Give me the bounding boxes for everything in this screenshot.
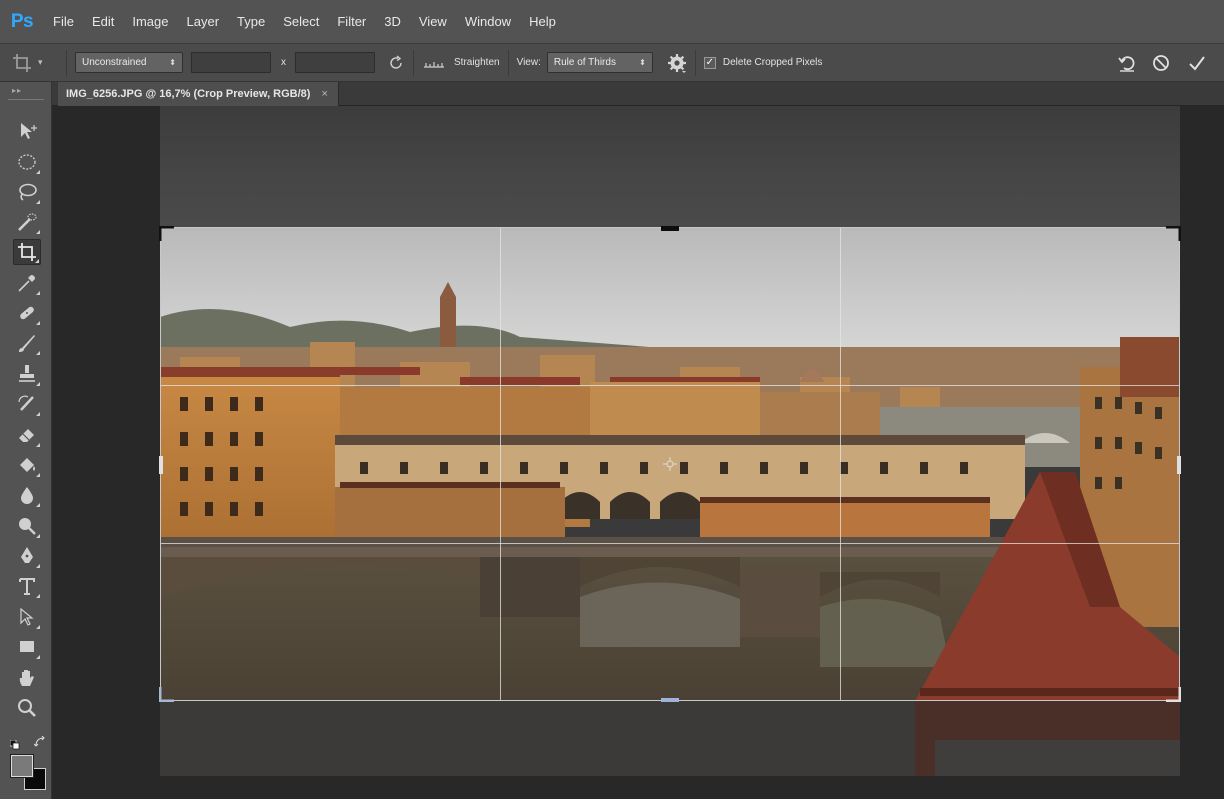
gear-icon xyxy=(667,53,686,73)
type-icon[interactable] xyxy=(13,573,41,599)
ratio-dropdown-label: Unconstrained xyxy=(82,57,147,68)
history-brush-icon[interactable] xyxy=(13,391,41,417)
rectangle-icon[interactable] xyxy=(13,634,41,660)
lasso-icon[interactable] xyxy=(13,179,41,205)
hand-icon[interactable] xyxy=(13,665,41,691)
view-overlay-label: Rule of Thirds xyxy=(553,57,616,68)
crop-tool-icon[interactable] xyxy=(13,239,41,265)
view-overlay-dropdown[interactable]: Rule of Thirds ⬍ xyxy=(546,52,653,73)
straighten-button[interactable]: Straighten xyxy=(422,55,500,71)
foreground-color-swatch[interactable] xyxy=(10,754,34,778)
close-icon[interactable]: × xyxy=(321,88,327,100)
elliptical-marquee-icon[interactable] xyxy=(13,149,41,175)
cancel-button[interactable] xyxy=(1146,54,1176,72)
dodge-icon[interactable] xyxy=(13,513,41,539)
delete-cropped-label: Delete Cropped Pixels xyxy=(722,57,823,68)
panel-grip-line xyxy=(8,99,44,100)
menu-view[interactable]: View xyxy=(410,0,456,44)
reset-icon xyxy=(1118,55,1135,72)
clone-stamp-icon[interactable] xyxy=(13,361,41,387)
updown-icon: ⬍ xyxy=(169,57,176,67)
options-bar: ▾ Unconstrained ⬍ x Straighten View: Rul… xyxy=(0,44,1224,82)
times-symbol: x xyxy=(281,57,286,68)
eraser-icon[interactable] xyxy=(13,422,41,448)
cropped-out-region-top xyxy=(160,106,1180,227)
document-tab-title: IMG_6256.JPG @ 16,7% (Crop Preview, RGB/… xyxy=(66,88,311,100)
crop-icon xyxy=(13,53,31,72)
document-tab-bar: IMG_6256.JPG @ 16,7% (Crop Preview, RGB/… xyxy=(52,82,1224,106)
paint-bucket-icon[interactable] xyxy=(13,452,41,478)
menu-edit[interactable]: Edit xyxy=(83,0,123,44)
tools-panel: ▸▸ xyxy=(0,82,52,799)
cropped-out-region-bottom xyxy=(160,700,1180,776)
divider xyxy=(694,49,696,76)
spot-healing-icon[interactable] xyxy=(13,300,41,326)
zoom-icon[interactable] xyxy=(13,695,41,721)
photoshop-logo: Ps xyxy=(10,10,34,32)
brush-icon[interactable] xyxy=(13,330,41,356)
eyedropper-icon[interactable] xyxy=(13,270,41,296)
menu-3d[interactable]: 3D xyxy=(375,0,410,44)
menu-file[interactable]: File xyxy=(44,0,83,44)
document-tab[interactable]: IMG_6256.JPG @ 16,7% (Crop Preview, RGB/… xyxy=(58,82,339,106)
swap-icon xyxy=(390,54,402,69)
menu-bar: Ps File Edit Image Layer Type Select Fil… xyxy=(0,0,1224,44)
straighten-label: Straighten xyxy=(454,57,500,68)
crop-settings-button[interactable] xyxy=(667,53,687,73)
delete-cropped-checkbox[interactable]: ✓ xyxy=(703,56,716,69)
path-selection-icon[interactable] xyxy=(13,604,41,630)
updown-icon: ⬍ xyxy=(639,57,646,67)
menu-help[interactable]: Help xyxy=(520,0,565,44)
straighten-icon xyxy=(424,61,444,68)
menu-image[interactable]: Image xyxy=(123,0,177,44)
delete-cropped-toggle[interactable]: ✓ Delete Cropped Pixels xyxy=(703,56,823,69)
photo-ponte-vecchio xyxy=(160,227,1180,701)
cropped-wall-area xyxy=(935,740,1180,776)
divider xyxy=(413,49,414,76)
commit-check-icon xyxy=(1189,55,1205,71)
view-label: View: xyxy=(516,57,541,68)
default-colors-icon[interactable] xyxy=(9,737,20,750)
divider xyxy=(507,49,509,76)
commit-button[interactable] xyxy=(1182,54,1212,72)
canvas-area[interactable] xyxy=(52,106,1224,799)
menu-layer[interactable]: Layer xyxy=(178,0,229,44)
reset-button[interactable] xyxy=(1114,53,1140,73)
ratio-dropdown[interactable]: Unconstrained ⬍ xyxy=(75,52,183,73)
document-canvas[interactable] xyxy=(160,106,1180,776)
pen-icon[interactable] xyxy=(13,543,41,569)
height-field[interactable] xyxy=(295,52,375,73)
move-tool-icon[interactable] xyxy=(13,118,41,144)
blur-icon[interactable] xyxy=(13,482,41,508)
menu-filter[interactable]: Filter xyxy=(328,0,375,44)
panel-grip-icon[interactable]: ▸▸ xyxy=(12,86,22,95)
swap-button[interactable] xyxy=(387,54,405,72)
menu-window[interactable]: Window xyxy=(456,0,520,44)
menu-type[interactable]: Type xyxy=(228,0,274,44)
divider xyxy=(66,49,67,76)
width-field[interactable] xyxy=(191,52,271,73)
menu-select[interactable]: Select xyxy=(274,0,328,44)
tool-preset-picker[interactable]: ▾ xyxy=(12,48,58,78)
swap-colors-icon[interactable] xyxy=(33,735,46,747)
cancel-icon xyxy=(1153,54,1169,71)
chevron-down-icon: ▾ xyxy=(38,57,43,67)
quick-selection-icon[interactable] xyxy=(13,209,41,235)
